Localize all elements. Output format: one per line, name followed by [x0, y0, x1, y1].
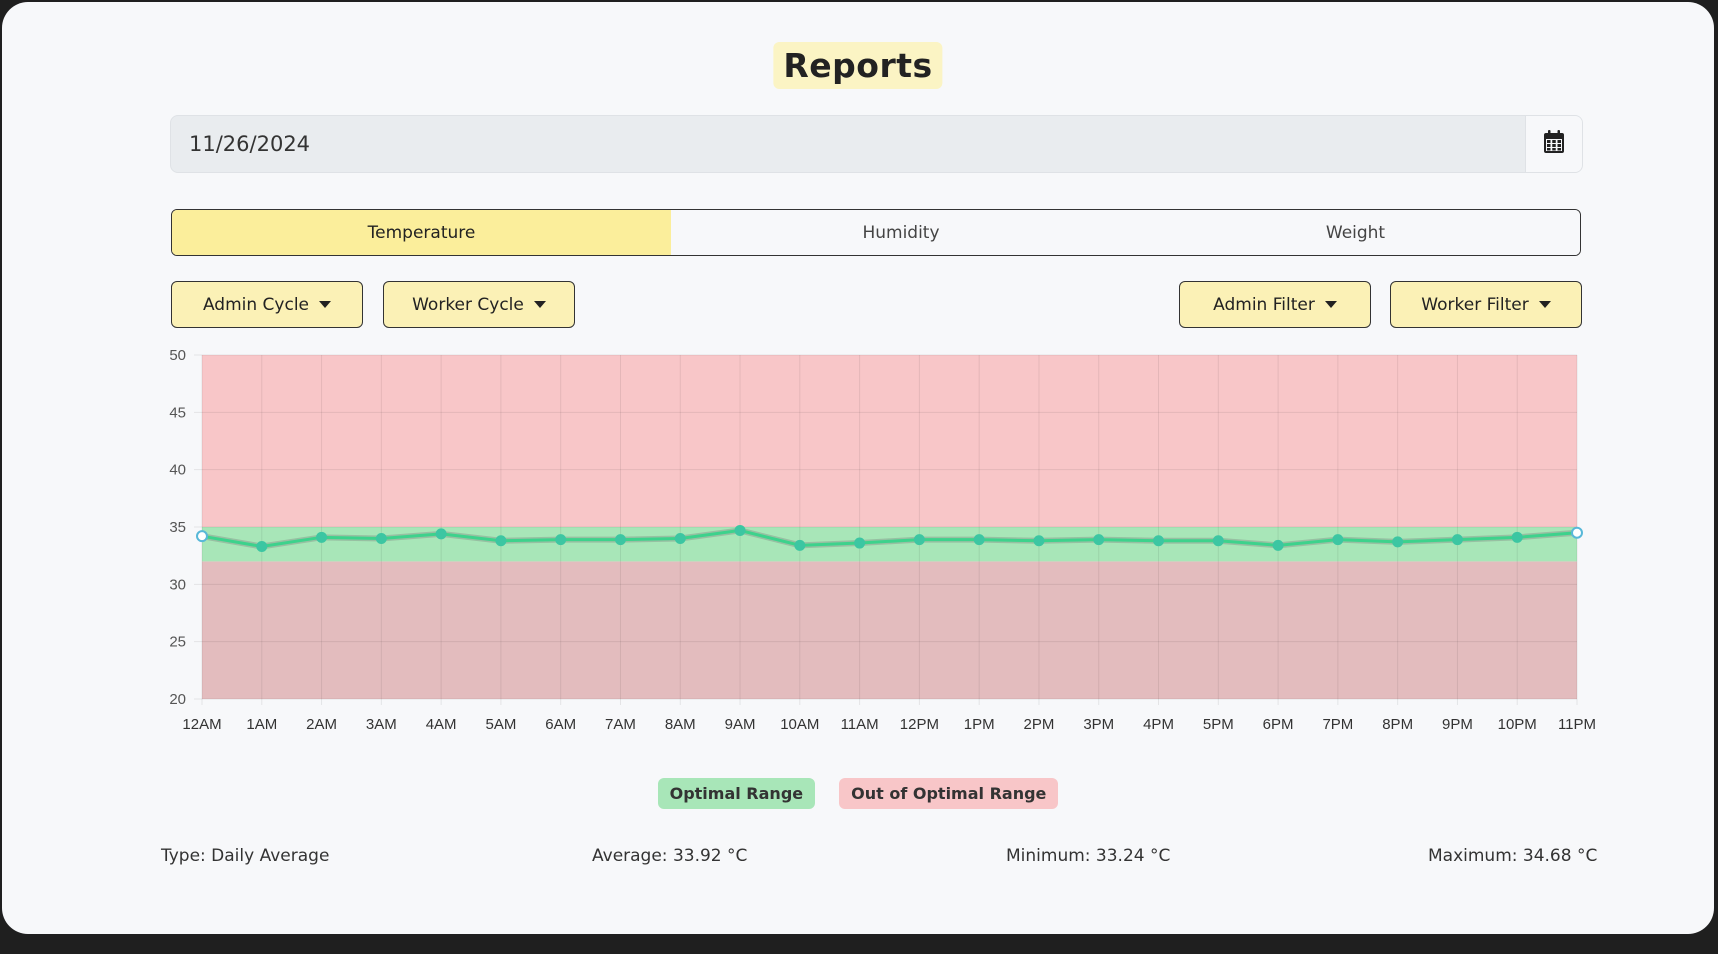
- chart-legend: Optimal Range Out of Optimal Range: [2, 778, 1714, 809]
- x-tick-label: 7PM: [1322, 716, 1353, 733]
- data-point: [1153, 535, 1165, 547]
- data-point: [435, 528, 447, 540]
- data-point: [913, 534, 925, 546]
- x-tick-label: 11PM: [1558, 716, 1596, 733]
- below-optimal-band: [202, 561, 1577, 699]
- x-tick-label: 4PM: [1143, 716, 1174, 733]
- x-tick-label: 12AM: [182, 716, 221, 733]
- data-point: [1093, 534, 1105, 546]
- x-tick-label: 2PM: [1024, 716, 1055, 733]
- legend-optimal-range: Optimal Range: [657, 778, 816, 809]
- data-point: [854, 537, 866, 549]
- temperature-chart: 20 25 30 35 40 45 50 12AM 1AM 2AM 3AM 4AM 5AM 6AM 7AM 8…: [169, 347, 1596, 733]
- x-tick-label: 1PM: [964, 716, 995, 733]
- x-tick-label: 3PM: [1083, 716, 1114, 733]
- x-tick-label: 6AM: [545, 716, 576, 733]
- data-point: [1511, 531, 1523, 543]
- above-optimal-band: [202, 355, 1577, 527]
- data-point: [1332, 534, 1344, 546]
- data-point: [1392, 536, 1404, 548]
- x-tick-label: 12PM: [900, 716, 939, 733]
- y-tick-label: 50: [169, 347, 186, 364]
- x-tick-label: 10PM: [1498, 716, 1537, 733]
- x-tick-label: 5AM: [485, 716, 516, 733]
- data-point: [794, 539, 806, 551]
- data-point: [375, 532, 387, 544]
- x-tick-label: 8AM: [665, 716, 696, 733]
- x-tick-label: 6PM: [1263, 716, 1294, 733]
- data-point: [734, 524, 746, 536]
- x-tick-label: 4AM: [426, 716, 457, 733]
- bottom-bar: [0, 934, 1718, 954]
- y-tick-label: 25: [169, 634, 186, 651]
- x-tick-label: 5PM: [1203, 716, 1234, 733]
- x-tick-label: 11AM: [841, 716, 879, 733]
- data-point: [973, 534, 985, 546]
- stat-maximum: Maximum: 34.68 °C: [1428, 846, 1598, 866]
- x-tick-label: 1AM: [246, 716, 277, 733]
- data-point: [1212, 535, 1224, 547]
- stat-type: Type: Daily Average: [161, 846, 330, 866]
- data-point: [614, 534, 626, 546]
- x-tick-label: 7AM: [605, 716, 636, 733]
- app-window: Reports Temperature Humidity: [2, 2, 1714, 934]
- x-tick-label: 9PM: [1442, 716, 1473, 733]
- data-point: [256, 540, 268, 552]
- x-tick-label: 10AM: [780, 716, 819, 733]
- data-point: [674, 532, 686, 544]
- x-tick-label: 3AM: [366, 716, 397, 733]
- y-tick-label: 30: [169, 576, 186, 593]
- x-tick-label: 8PM: [1382, 716, 1413, 733]
- data-point: [1033, 535, 1045, 547]
- data-point: [495, 535, 507, 547]
- x-tick-label: 2AM: [306, 716, 337, 733]
- legend-out-of-optimal-range: Out of Optimal Range: [839, 778, 1059, 809]
- data-point: [316, 531, 328, 543]
- data-point: [1272, 539, 1284, 551]
- y-tick-label: 20: [169, 691, 186, 708]
- data-point: [1451, 534, 1463, 546]
- data-point: [1571, 526, 1583, 539]
- stat-average: Average: 33.92 °C: [592, 846, 748, 866]
- data-point: [555, 534, 567, 546]
- y-tick-label: 45: [169, 404, 186, 421]
- x-tick-label: 9AM: [725, 716, 756, 733]
- stat-minimum: Minimum: 33.24 °C: [1006, 846, 1171, 866]
- y-tick-label: 40: [169, 462, 186, 479]
- data-point: [196, 530, 208, 543]
- y-tick-label: 35: [169, 519, 186, 536]
